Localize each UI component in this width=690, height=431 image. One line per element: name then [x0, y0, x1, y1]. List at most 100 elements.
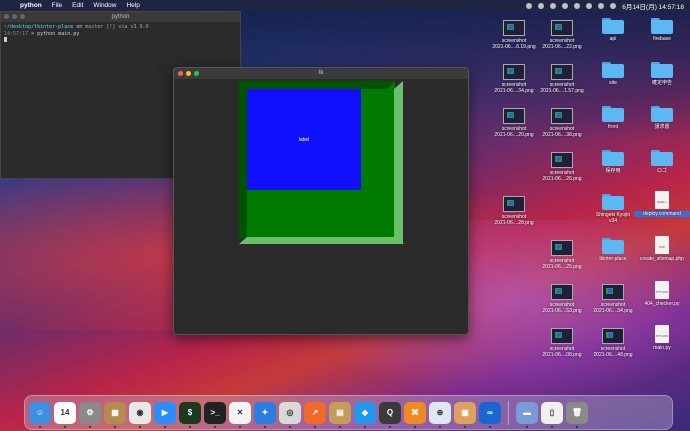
desktop-screenshot[interactable]: screenshot 2021-06....28.png [486, 196, 542, 226]
zoom-icon[interactable]: ▶ [154, 401, 176, 428]
desktop-screenshot[interactable]: screenshot 2021-06....38.png [534, 108, 590, 138]
frame-bevel [239, 81, 395, 89]
wifi-icon[interactable] [586, 2, 593, 9]
photo-icon[interactable]: ▣ [454, 401, 476, 428]
minimize-icon[interactable] [12, 14, 17, 19]
desktop-item-label: 請求書 [654, 124, 670, 130]
terminal-time: 14:57:17 [4, 30, 29, 37]
menu-edit[interactable]: Edit [72, 2, 83, 9]
tk-title: tk [318, 70, 324, 76]
dock-right: ▬ ▯ 🗑 [516, 401, 588, 428]
running-indicator [439, 425, 441, 428]
tray-icon[interactable] [574, 2, 581, 9]
desktop-item-label: screenshot 2021-06....28.png [494, 214, 534, 226]
desktop-screenshot[interactable]: screenshot 2021-06....1.57.png [534, 64, 590, 94]
desktop-folder[interactable]: front [585, 105, 641, 130]
app-menu[interactable]: python [20, 2, 42, 9]
quicktime-icon[interactable]: Q [379, 401, 401, 428]
sequel-icon[interactable]: ◎ [279, 401, 301, 428]
tray-icon[interactable] [550, 2, 557, 9]
desktop-folder[interactable]: tkinter-place [585, 237, 641, 262]
finder-icon[interactable]: ☺ [29, 401, 51, 428]
terminal-output[interactable]: ~/desktop/tkinter-place on master [!] vi… [1, 22, 240, 46]
control-center-icon[interactable] [610, 2, 617, 9]
desktop-folder[interactable]: ロゴ [634, 149, 690, 174]
infinity-icon[interactable]: ∞ [479, 401, 501, 428]
running-indicator [489, 425, 491, 428]
running-indicator [551, 425, 553, 428]
desktop-screenshot[interactable]: screenshot 2021-06....48.png [585, 328, 641, 358]
desktop-folder[interactable]: 請求書 [634, 105, 690, 130]
docker-icon[interactable]: ◆ [354, 401, 376, 428]
frame-bevel [394, 81, 403, 244]
trash-icon[interactable]: 🗑 [566, 401, 588, 428]
menu-clock[interactable]: 6月14日(月) 14:57:18 [622, 1, 684, 11]
blue-label: label [247, 89, 361, 190]
system-preferences-icon[interactable]: ⚙ [79, 401, 101, 428]
vscode-icon[interactable]: ✕ [229, 401, 251, 428]
close-icon[interactable] [4, 14, 9, 19]
mysql-icon[interactable]: ⊕ [429, 401, 451, 428]
desktop-item-label: screenshot 2021-06....48.png [593, 346, 633, 358]
desktop-screenshot[interactable]: screenshot 2021-06....25.png [534, 240, 590, 270]
zoom-icon[interactable] [20, 14, 25, 19]
sourcetree-icon[interactable]: ⌘ [404, 401, 426, 428]
notes-icon[interactable]: ▦ [104, 401, 126, 428]
calendar-icon[interactable]: 14 [54, 401, 76, 428]
tray-icon[interactable] [538, 2, 545, 9]
desktop-folder[interactable]: firebase [634, 17, 690, 42]
desktop-screenshot[interactable]: screenshot 2021-06....26.png [534, 152, 590, 182]
folder-icon [651, 61, 673, 78]
running-indicator [264, 425, 266, 428]
activity-icon[interactable]: ↗ [304, 401, 326, 428]
menu-file[interactable]: File [52, 2, 62, 9]
minimize-icon[interactable] [186, 71, 191, 76]
running-indicator [139, 425, 141, 428]
tray-icon[interactable] [562, 2, 569, 9]
desktop-file[interactable]: PYTHON 404_checker.py [634, 281, 690, 307]
folder-icon [602, 17, 624, 34]
folder-icon [602, 149, 624, 166]
desktop-item-label: screenshot 2021-06....26.png [542, 170, 582, 182]
file-icon: PHP [655, 236, 669, 254]
image-icon [551, 152, 573, 168]
menu-window[interactable]: Window [93, 2, 116, 9]
chrome-icon[interactable]: ◉ [129, 401, 151, 428]
screenshot-stack-icon[interactable]: ▬ [516, 401, 538, 428]
desktop-screenshot[interactable]: screenshot 2021-06....08.png [534, 328, 590, 358]
desktop-file[interactable]: PHP create_sitemap.php [634, 236, 690, 262]
desktop-item-label: deploy.command [634, 211, 690, 217]
image-icon [503, 108, 525, 124]
desktop-item-label: 確定申告 [651, 80, 672, 86]
running-indicator [114, 425, 116, 428]
tk-content: label [174, 79, 468, 334]
terminal-icon[interactable]: >_ [204, 401, 226, 428]
desktop-folder[interactable]: 保存用 [585, 149, 641, 174]
desktop-folder[interactable]: 確定申告 [634, 61, 690, 86]
desktop-file[interactable]: PYTHON main.py [634, 325, 690, 351]
desktop-item-label: screenshot 2021-06....34.png [593, 302, 633, 314]
safari-icon[interactable]: ✦ [254, 401, 276, 428]
tk-window[interactable]: tk label [173, 67, 469, 335]
close-icon[interactable] [178, 71, 183, 76]
iterm-icon[interactable]: $ [179, 401, 201, 428]
folder-icon [651, 149, 673, 166]
archive-icon[interactable]: ▤ [329, 401, 351, 428]
desktop-folder[interactable]: api [585, 17, 641, 42]
desktop-screenshot[interactable]: screenshot 2021-06....34.png [585, 284, 641, 314]
zoom-icon[interactable] [194, 71, 199, 76]
desktop-file[interactable]: SHELL deploy.command [634, 191, 690, 217]
menu-help[interactable]: Help [126, 2, 139, 9]
desktop-item-label: 404_checker.py [644, 301, 680, 307]
desktop-screenshot[interactable]: screenshot 2021-06....53.png [534, 284, 590, 314]
desktop-screenshot[interactable]: screenshot 2021-06....22.png [534, 20, 590, 50]
terminal-branch: master [!] via [85, 24, 128, 30]
tray-icon[interactable] [526, 2, 533, 9]
desktop-item-label: api [609, 36, 617, 42]
search-icon[interactable] [598, 2, 605, 9]
terminal-titlebar[interactable]: python [1, 12, 240, 22]
document-stack-icon[interactable]: ▯ [541, 401, 563, 428]
desktop-folder[interactable]: Shingeki Kyojin v34 [585, 193, 641, 224]
desktop-folder[interactable]: site [585, 61, 641, 86]
folder-icon [602, 61, 624, 78]
